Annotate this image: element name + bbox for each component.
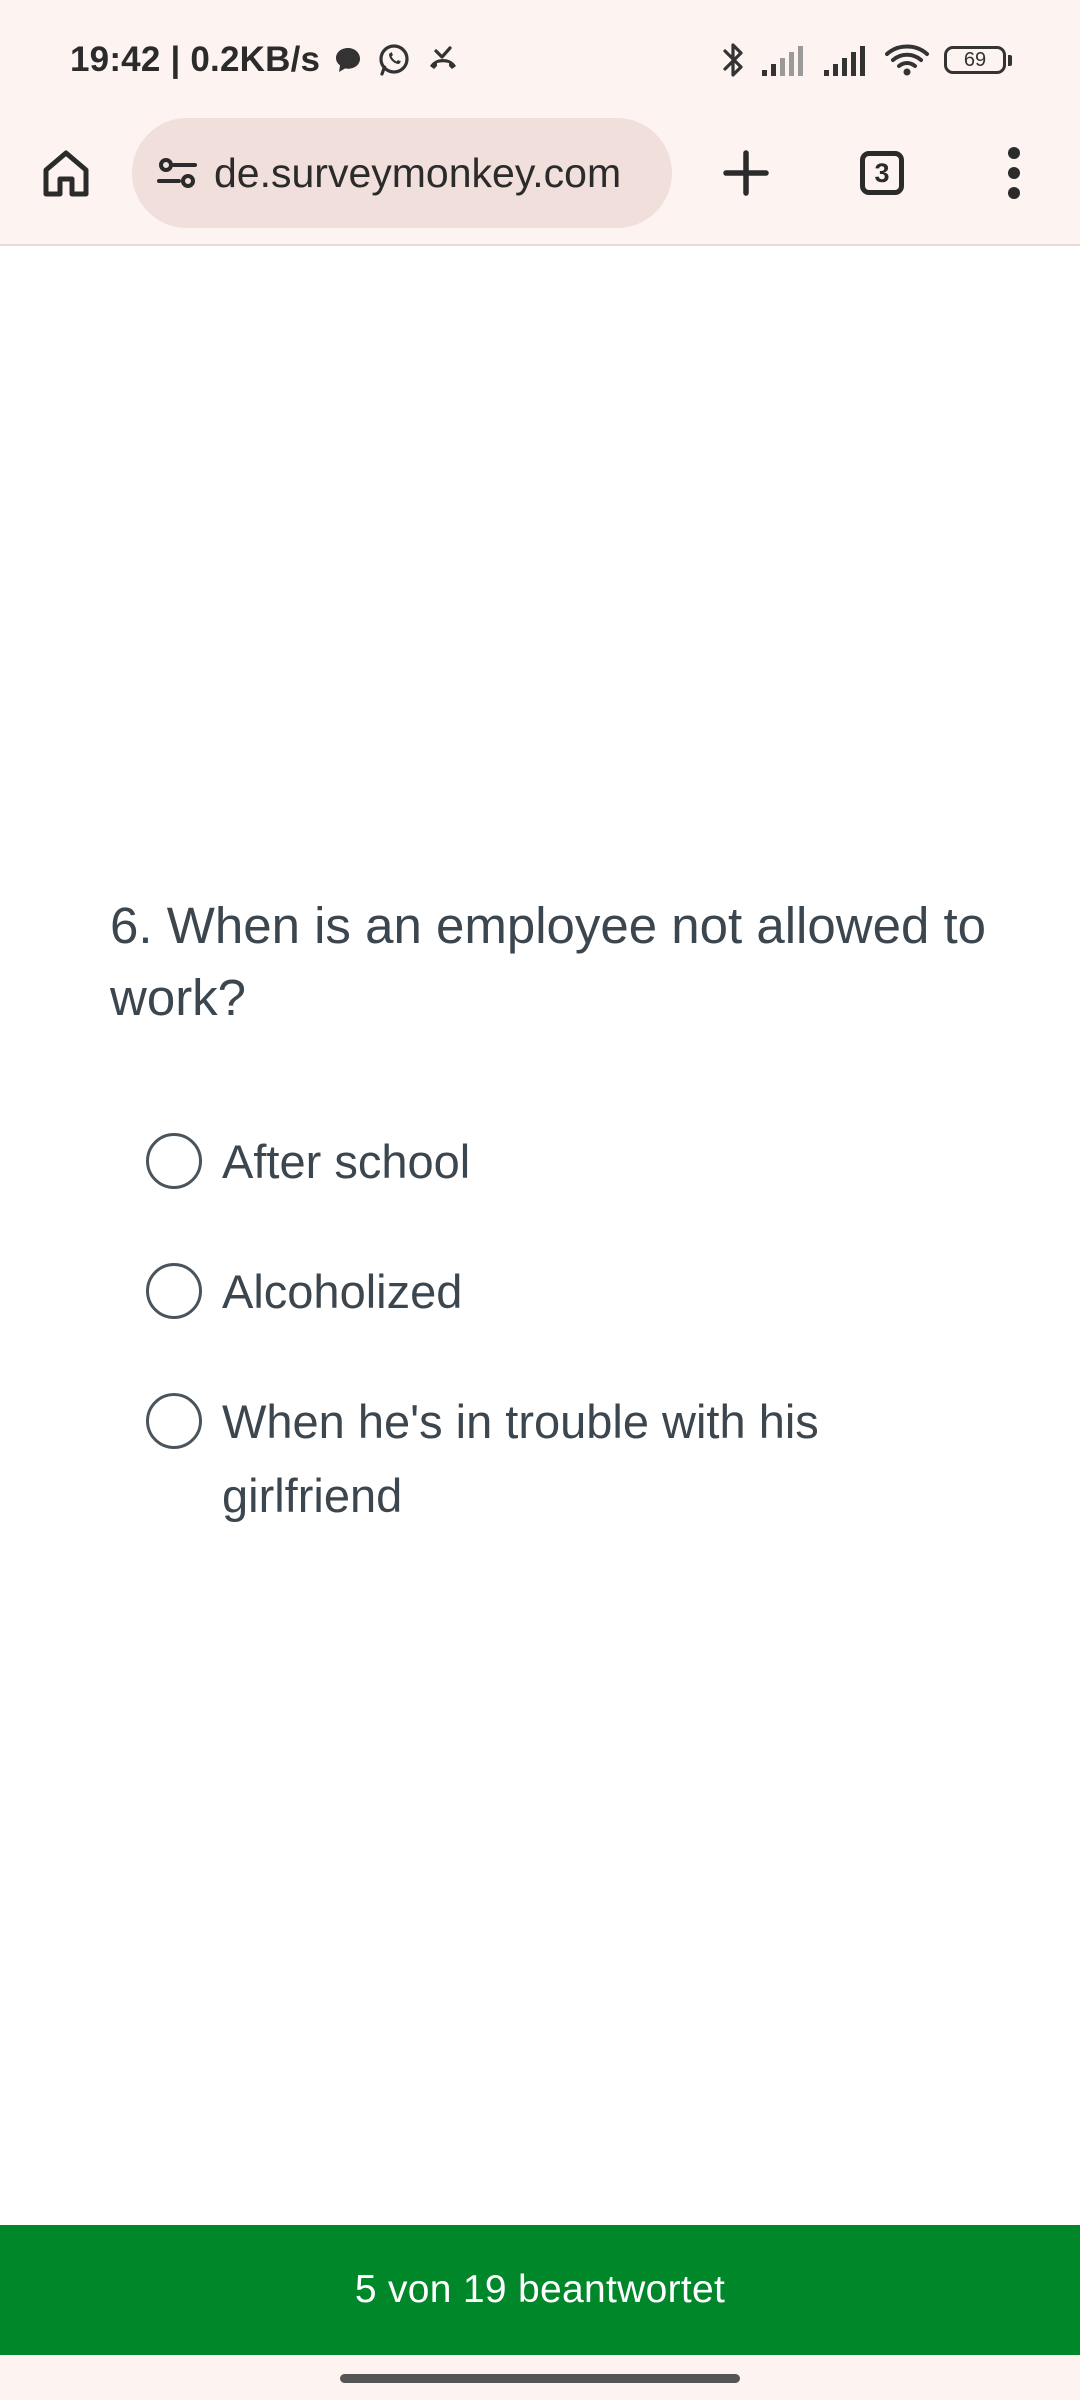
whatsapp-icon xyxy=(376,42,412,78)
option-label: When he's in trouble with his girlfriend xyxy=(222,1395,819,1522)
status-left: 19:42 | 0.2KB/s xyxy=(70,36,462,84)
status-time: 19:42 | 0.2KB/s xyxy=(70,40,321,79)
chat-bubble-icon xyxy=(332,44,364,76)
tab-count: 3 xyxy=(874,157,890,188)
radio-button[interactable] xyxy=(146,1263,202,1319)
tab-switcher-button[interactable]: 3 xyxy=(846,137,918,209)
option-trouble-with-girlfriend[interactable]: When he's in trouble with his girlfriend xyxy=(146,1385,966,1533)
signal-icon xyxy=(822,42,870,78)
battery-level: 69 xyxy=(963,48,987,71)
url-bar[interactable]: de.surveymonkey.com xyxy=(132,118,672,228)
home-icon xyxy=(43,150,89,197)
option-after-school[interactable]: After school xyxy=(146,1125,966,1199)
option-label: After school xyxy=(222,1135,471,1188)
radio-button[interactable] xyxy=(146,1393,202,1449)
question-title: 6. When is an employee not allowed to wo… xyxy=(110,897,987,1026)
status-bar: 19:42 | 0.2KB/s 69 xyxy=(0,0,1080,118)
battery-icon: 69 xyxy=(944,46,1012,74)
option-alcoholized[interactable]: Alcoholized xyxy=(146,1255,966,1329)
signal-icon xyxy=(760,42,808,78)
new-tab-button[interactable] xyxy=(710,137,782,209)
progress-text: 5 von 19 beantwortet xyxy=(354,2268,726,2311)
more-vert-icon xyxy=(1008,147,1020,199)
menu-button[interactable] xyxy=(978,137,1050,209)
site-settings-icon[interactable] xyxy=(154,150,200,196)
tab-switcher-icon: 3 xyxy=(860,151,904,195)
browser-toolbar: de.surveymonkey.com 3 xyxy=(0,118,1080,246)
bluetooth-icon xyxy=(720,40,746,80)
home-button[interactable] xyxy=(30,137,102,209)
option-label: Alcoholized xyxy=(222,1265,463,1318)
home-indicator[interactable] xyxy=(340,2374,740,2383)
wifi-icon xyxy=(884,42,930,78)
radio-button[interactable] xyxy=(146,1133,202,1189)
answer-options: After school Alcoholized When he's in tr… xyxy=(146,1125,966,1533)
url-text: de.surveymonkey.com xyxy=(214,149,622,196)
status-right: 69 xyxy=(720,36,1012,84)
progress-footer: 5 von 19 beantwortet xyxy=(0,2225,1080,2355)
gesture-nav-area xyxy=(0,2355,1080,2400)
missed-call-icon xyxy=(424,42,462,78)
plus-icon xyxy=(723,150,769,196)
